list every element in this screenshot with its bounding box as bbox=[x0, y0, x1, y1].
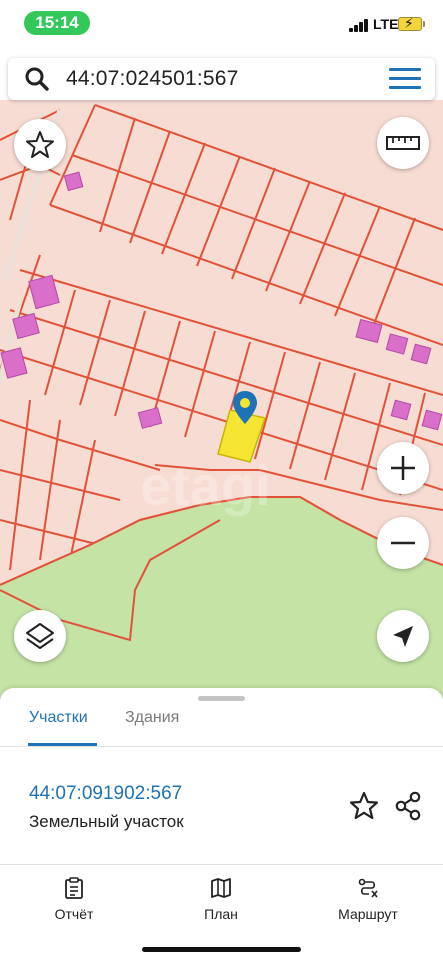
bottom-nav[interactable]: Отчёт План Маршрут bbox=[0, 864, 443, 961]
favorite-star-icon[interactable] bbox=[14, 119, 66, 171]
nav-route-label: Маршрут bbox=[338, 906, 398, 922]
status-time: 15:14 bbox=[24, 11, 90, 35]
status-bar: 15:14 LTE ⚡ bbox=[0, 0, 443, 46]
search-icon[interactable] bbox=[24, 66, 50, 92]
search-input[interactable]: 44:07:024501:567 bbox=[66, 67, 239, 91]
network-label: LTE bbox=[373, 16, 399, 32]
star-outline-icon[interactable] bbox=[348, 790, 380, 822]
nav-route[interactable]: Маршрут bbox=[318, 877, 418, 922]
parcel-id-link[interactable]: 44:07:091902:567 bbox=[29, 783, 182, 805]
locate-me-icon[interactable] bbox=[377, 610, 429, 662]
report-icon bbox=[65, 877, 83, 899]
signal-icon bbox=[349, 18, 369, 32]
parcel-sheet[interactable]: Участки Здания 44:07:091902:567 Земельны… bbox=[0, 688, 443, 864]
menu-icon[interactable] bbox=[389, 68, 421, 90]
layers-icon[interactable] bbox=[14, 610, 66, 662]
nav-report-label: Отчёт bbox=[54, 906, 94, 922]
nav-plan[interactable]: План bbox=[171, 877, 271, 922]
zoom-out-icon[interactable] bbox=[377, 517, 429, 569]
home-indicator bbox=[142, 947, 301, 952]
parcel-type-label: Земельный участок bbox=[29, 812, 184, 831]
tab-buildings[interactable]: Здания bbox=[125, 709, 179, 727]
sheet-drag-handle[interactable] bbox=[198, 696, 245, 701]
search-bar[interactable]: 44:07:024501:567 bbox=[8, 58, 435, 100]
nav-plan-label: План bbox=[204, 906, 238, 922]
cadastral-map[interactable]: etagi bbox=[0, 100, 443, 700]
tab-divider bbox=[0, 746, 443, 747]
ruler-icon[interactable] bbox=[377, 117, 429, 169]
battery-charging-icon: ⚡ bbox=[398, 15, 425, 31]
nav-report[interactable]: Отчёт bbox=[24, 877, 124, 922]
tab-parcels[interactable]: Участки bbox=[29, 709, 88, 727]
share-icon[interactable] bbox=[392, 790, 424, 822]
map-plan-icon bbox=[211, 878, 231, 898]
map-pin-icon[interactable] bbox=[231, 390, 259, 426]
route-icon bbox=[358, 878, 378, 898]
watermark-label: etagi bbox=[140, 454, 271, 517]
zoom-in-icon[interactable] bbox=[377, 442, 429, 494]
